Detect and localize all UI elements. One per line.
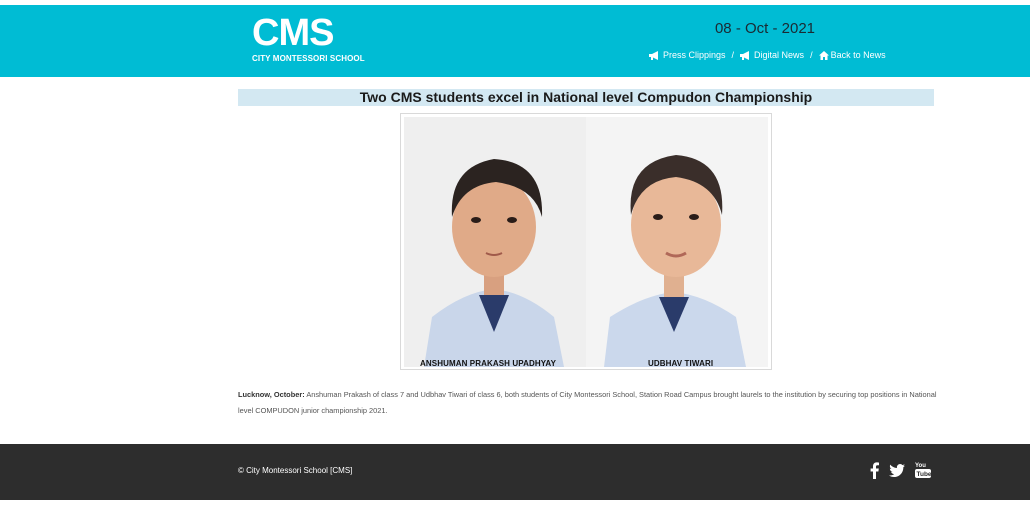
nav-back-to-news[interactable]: Back to News: [818, 50, 886, 60]
photo-caption: UDBHAV TIWARI: [648, 359, 714, 367]
copyright-text: © City Montessori School [CMS]: [238, 466, 353, 475]
nav-separator: /: [810, 50, 813, 60]
youtube-icon[interactable]: You Tube: [915, 461, 931, 479]
nav-separator: /: [731, 50, 735, 60]
svg-text:You: You: [915, 463, 926, 469]
page-date: 08 - Oct - 2021: [714, 20, 816, 37]
article-text: Anshuman Prakash of class 7 and Udbhav T…: [238, 390, 937, 415]
megaphone-icon: [649, 50, 658, 60]
article-photo-frame: ANSHUMAN PRAKASH UPADHYAY UDBHAV TIWARI: [400, 113, 772, 370]
nav-press-clippings-label: Press Clippings: [663, 50, 726, 60]
megaphone-icon: [740, 50, 750, 60]
nav-digital-news[interactable]: Digital News: [740, 50, 804, 60]
nav-back-to-news-label: Back to News: [830, 50, 886, 60]
photo-caption: ANSHUMAN PRAKASH UPADHYAY: [420, 359, 556, 367]
students-photo-illustration: [404, 117, 768, 367]
site-header: CMS CITY MONTESSORI SCHOOL 08 - Oct - 20…: [0, 5, 1030, 77]
article-title: Two CMS students excel in National level…: [238, 89, 934, 106]
logo-subtitle: CITY MONTESSORI SCHOOL: [252, 54, 365, 63]
nav-digital-news-label: Digital News: [754, 50, 805, 60]
home-icon: [818, 50, 829, 60]
header-nav: Press Clippings / Digital News / Back to…: [649, 50, 886, 60]
site-footer: © City Montessori School [CMS] You Tube: [0, 444, 1030, 500]
facebook-icon[interactable]: [870, 461, 879, 479]
social-links: You Tube: [870, 461, 931, 479]
svg-text:Tube: Tube: [917, 471, 932, 478]
article-body: Lucknow, October: Anshuman Prakash of cl…: [238, 387, 938, 419]
logo-text: CMS: [252, 12, 334, 54]
nav-press-clippings[interactable]: Press Clippings: [649, 50, 726, 60]
cms-logo[interactable]: CMS CITY MONTESSORI SCHOOL: [252, 12, 365, 65]
twitter-icon[interactable]: [889, 463, 905, 477]
article-dateline: Lucknow, October:: [238, 390, 305, 399]
students-photo: ANSHUMAN PRAKASH UPADHYAY UDBHAV TIWARI: [404, 117, 768, 367]
